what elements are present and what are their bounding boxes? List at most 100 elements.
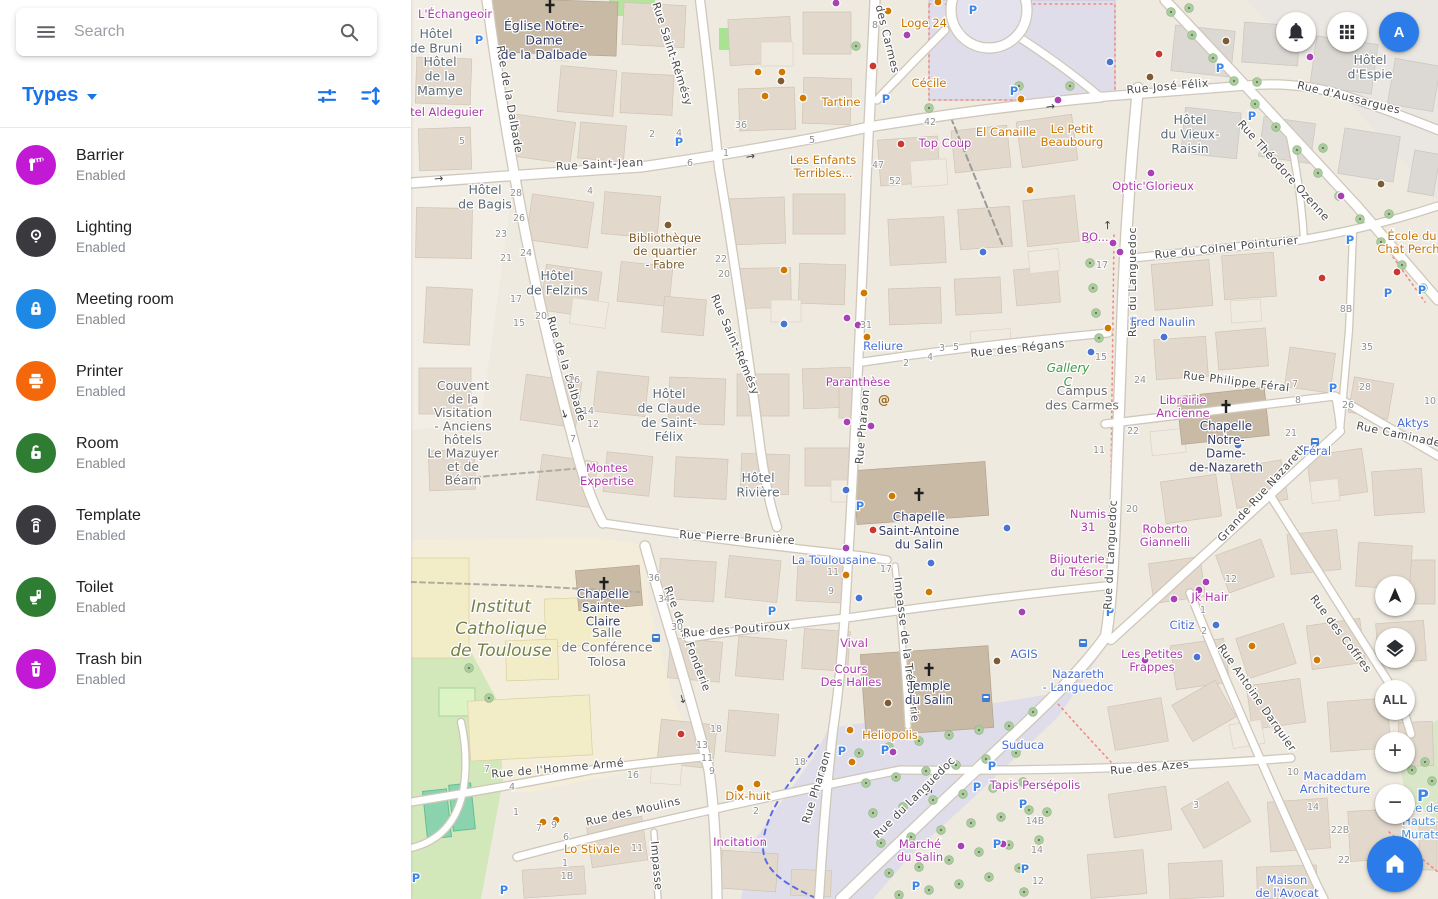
zoom-in-button[interactable]: + <box>1375 732 1415 772</box>
hamburger-icon <box>34 20 58 44</box>
search-bar[interactable] <box>16 8 377 56</box>
map-tree-trunk <box>1018 85 1020 87</box>
poi-label-paranthese: Paranthèse <box>826 375 890 389</box>
map-building <box>910 159 948 187</box>
map-pane[interactable]: PPPPPPPPPPPPPPPPPPPPPPPPP@→→→→→→→Rue de … <box>411 0 1438 899</box>
map-poi-o-icon <box>799 94 807 102</box>
parking-icon: P <box>882 92 890 106</box>
house-number: 9 <box>551 820 557 831</box>
bus-stop-icon-window <box>654 636 659 638</box>
poi-label-bo: BO... <box>1081 230 1108 244</box>
house-number: 1B <box>561 871 574 882</box>
map-poi-n-icon <box>1377 180 1385 188</box>
sort-button[interactable] <box>355 80 387 112</box>
house-number: 47 <box>872 160 884 171</box>
house-number: 14 <box>582 406 594 417</box>
type-item-lighting[interactable]: LightingEnabled <box>0 201 411 273</box>
house-number: 4 <box>587 186 593 197</box>
map-tree-trunk <box>978 851 980 853</box>
map-tree-trunk <box>1015 752 1017 754</box>
parking-icon: P <box>1384 286 1392 300</box>
type-item-printer[interactable]: PrinterEnabled <box>0 345 411 417</box>
map-poi-n-icon <box>993 657 1001 665</box>
avatar-letter: A <box>1394 24 1405 41</box>
map-poi-p-icon <box>1109 239 1117 247</box>
home-icon <box>1382 851 1408 877</box>
map-poi-o-icon <box>934 0 942 6</box>
type-item-barrier[interactable]: BarrierEnabled <box>0 129 411 201</box>
house-number: 5 <box>953 342 959 353</box>
house-number: 8B <box>1340 304 1353 315</box>
poi-label-jk-hair: Jk Hair <box>1190 590 1229 604</box>
map-tree-trunk <box>1191 34 1193 36</box>
house-number: 17 <box>510 294 522 305</box>
map-building <box>798 263 845 305</box>
map-tree-trunk <box>1032 711 1034 713</box>
map-building <box>1108 786 1172 838</box>
all-filter-button[interactable]: ALL <box>1375 680 1415 720</box>
map-poi-p-icon <box>889 748 897 756</box>
apps-grid-button[interactable] <box>1327 12 1367 52</box>
map-poi-p-icon <box>1337 192 1345 200</box>
map-poi-o-icon <box>925 588 933 596</box>
home-button[interactable] <box>1367 836 1423 892</box>
house-number: 10 <box>1424 396 1436 407</box>
search-input[interactable] <box>72 22 323 42</box>
bell-icon <box>1285 21 1307 43</box>
poi-label-feral-stop: Féral <box>1303 444 1331 458</box>
house-number: 14 <box>1031 845 1043 856</box>
search-button[interactable] <box>333 16 365 48</box>
map-tree-trunk <box>880 842 882 844</box>
type-item-title: Trash bin <box>76 649 142 670</box>
notifications-button[interactable] <box>1276 12 1316 52</box>
house-number: 15 <box>513 318 525 329</box>
map-poi-r-icon <box>869 526 877 534</box>
house-number: 2 <box>649 129 655 140</box>
type-item-trash-bin[interactable]: Trash binEnabled <box>0 633 411 705</box>
map-tree-trunk <box>1170 11 1172 13</box>
map-tree-trunk <box>1233 80 1235 82</box>
map-building <box>424 287 473 345</box>
type-item-room[interactable]: RoomEnabled <box>0 417 411 489</box>
layers-button[interactable] <box>1375 628 1415 668</box>
menu-button[interactable] <box>30 16 62 48</box>
house-number: 22B <box>1331 825 1350 836</box>
printer-icon <box>16 361 56 401</box>
type-item-texts: PrinterEnabled <box>76 361 126 401</box>
type-item-status: Enabled <box>76 166 126 185</box>
compass-button[interactable] <box>1375 576 1415 616</box>
map-poi-p-icon <box>1018 608 1026 616</box>
house-number: 34 <box>658 594 670 605</box>
type-item-toilet[interactable]: ToiletEnabled <box>0 561 411 633</box>
map-poi-b-icon <box>1003 524 1011 532</box>
map-poi-o-icon <box>848 758 856 766</box>
map-poi-b-icon <box>1212 621 1220 629</box>
map-tree-trunk <box>865 782 867 784</box>
house-number: 11 <box>631 843 643 854</box>
oneway-arrow-icon: → <box>1045 99 1056 113</box>
poi-label-hotel-riviere: HôtelRivière <box>736 470 780 499</box>
tune-filter-icon <box>315 84 339 108</box>
zoom-out-button[interactable]: − <box>1375 784 1415 824</box>
house-number: 1 <box>1200 605 1206 616</box>
house-number: 15 <box>1095 352 1107 363</box>
house-number: 1 <box>513 807 519 818</box>
parking-icon: P <box>1346 233 1354 247</box>
type-item-meeting-room[interactable]: Meeting roomEnabled <box>0 273 411 345</box>
types-dropdown[interactable]: Types <box>16 83 103 108</box>
poi-label-les-enfants-terribles: Les EnfantsTerribles... <box>790 153 856 180</box>
type-item-template[interactable]: TemplateEnabled <box>0 489 411 561</box>
filter-button[interactable] <box>311 80 343 112</box>
house-number: 2 <box>753 806 759 817</box>
parking-icon: P <box>969 3 977 17</box>
house-number: 16 <box>568 375 580 386</box>
map-poi-b-icon <box>927 559 935 567</box>
map-canvas[interactable]: PPPPPPPPPPPPPPPPPPPPPPPPP@→→→→→→→Rue de … <box>411 0 1438 899</box>
map-tree-trunk <box>958 883 960 885</box>
poi-label-la-toulousaine: La Toulousaine <box>792 553 877 567</box>
parking-icon: P <box>838 744 846 758</box>
house-number: 21 <box>1285 428 1297 439</box>
poi-label-ecole-du-chat-perche: École duChat Perché <box>1377 228 1438 256</box>
account-avatar[interactable]: A <box>1379 12 1419 52</box>
map-tree-trunk <box>1188 7 1190 9</box>
